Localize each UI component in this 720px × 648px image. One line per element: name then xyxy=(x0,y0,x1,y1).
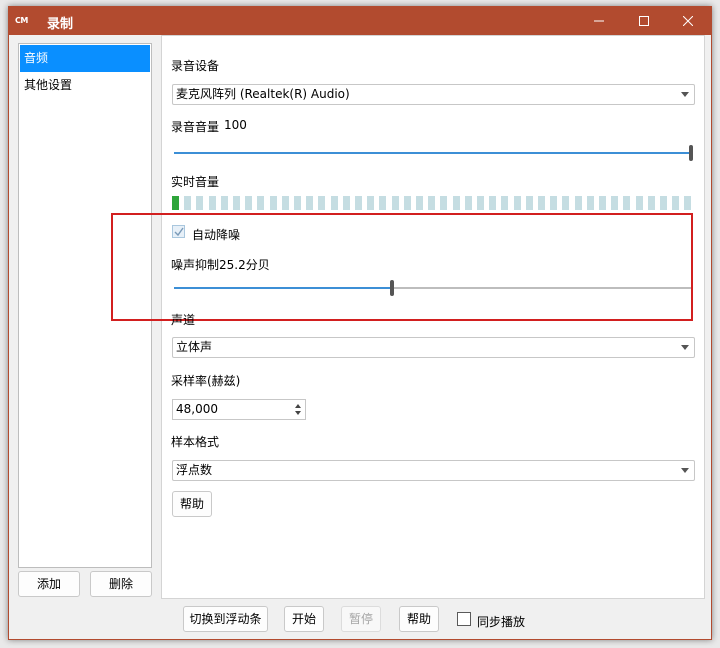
volume-slider-fill xyxy=(174,152,693,154)
volume-value: 100 xyxy=(224,118,247,132)
meter-segment xyxy=(611,196,618,210)
maximize-icon xyxy=(639,16,649,26)
minimize-button[interactable] xyxy=(577,7,621,35)
live-level-label: 实时音量 xyxy=(171,175,220,189)
device-select[interactable]: 麦克风阵列 (Realtek(R) Audio) xyxy=(172,84,695,105)
sample-format-select[interactable]: 浮点数 xyxy=(172,460,695,481)
app-logo-icon: CM xyxy=(15,16,28,25)
meter-segment xyxy=(245,196,252,210)
meter-segment xyxy=(392,196,399,210)
meter-segment xyxy=(282,196,289,210)
spin-down-icon[interactable] xyxy=(295,411,301,415)
meter-segment xyxy=(294,196,301,210)
highlight-annotation xyxy=(111,213,693,321)
title-bar[interactable]: CM 录制 xyxy=(9,7,711,35)
minimize-icon xyxy=(594,20,604,22)
meter-segment xyxy=(489,196,496,210)
meter-segment xyxy=(550,196,557,210)
meter-segment xyxy=(379,196,386,210)
chevron-down-icon xyxy=(681,92,689,97)
volume-slider-thumb[interactable] xyxy=(689,145,693,161)
meter-segment xyxy=(404,196,411,210)
meter-segment xyxy=(257,196,264,210)
meter-segment xyxy=(343,196,350,210)
chevron-down-icon xyxy=(681,345,689,350)
channel-select-value: 立体声 xyxy=(176,340,213,354)
meter-segment xyxy=(318,196,325,210)
meter-segment xyxy=(501,196,508,210)
meter-segment xyxy=(465,196,472,210)
meter-segment xyxy=(660,196,667,210)
audio-help-button[interactable]: 帮助 xyxy=(172,491,212,517)
meter-segment xyxy=(587,196,594,210)
meter-segment xyxy=(355,196,362,210)
meter-segment xyxy=(428,196,435,210)
sample-rate-value: 48,000 xyxy=(176,402,218,416)
meter-segment xyxy=(623,196,630,210)
sync-play-label[interactable]: 同步播放 xyxy=(477,613,525,630)
meter-segment xyxy=(514,196,521,210)
sidebar-item-other-settings[interactable]: 其他设置 xyxy=(20,72,150,99)
meter-segment xyxy=(538,196,545,210)
meter-segment xyxy=(306,196,313,210)
volume-slider[interactable] xyxy=(174,152,693,154)
pause-button[interactable]: 暂停 xyxy=(341,606,381,632)
maximize-button[interactable] xyxy=(622,7,666,35)
meter-segment xyxy=(599,196,606,210)
meter-segment xyxy=(184,196,191,210)
meter-segment xyxy=(562,196,569,210)
delete-button[interactable]: 删除 xyxy=(90,571,152,597)
chevron-down-icon xyxy=(681,468,689,473)
device-select-value: 麦克风阵列 (Realtek(R) Audio) xyxy=(176,87,350,101)
sample-format-select-value: 浮点数 xyxy=(176,463,213,477)
sample-rate-stepper[interactable]: 48,000 xyxy=(172,399,306,420)
meter-segment xyxy=(270,196,277,210)
meter-segment xyxy=(453,196,460,210)
close-icon xyxy=(683,16,693,26)
meter-segment xyxy=(477,196,484,210)
sample-format-label: 样本格式 xyxy=(171,435,220,449)
device-label: 录音设备 xyxy=(171,59,220,73)
window-title: 录制 xyxy=(47,17,74,32)
sample-rate-label: 采样率(赫兹) xyxy=(171,374,241,388)
meter-segment xyxy=(672,196,679,210)
meter-segment xyxy=(233,196,240,210)
switch-float-button[interactable]: 切换到浮动条 xyxy=(183,606,268,632)
channel-label: 声道 xyxy=(171,313,196,327)
start-button[interactable]: 开始 xyxy=(284,606,324,632)
meter-segment xyxy=(172,196,179,210)
meter-segment xyxy=(636,196,643,210)
spin-up-icon[interactable] xyxy=(295,404,301,408)
meter-segment xyxy=(221,196,228,210)
volume-label: 录音音量 xyxy=(171,120,220,134)
sidebar-item-audio[interactable]: 音频 xyxy=(20,45,150,72)
meter-segment xyxy=(575,196,582,210)
record-window: CM 录制 音频 其他设置 添加 删除 录音设备 麦克风阵列 (Realtek(… xyxy=(8,6,712,640)
meter-segment xyxy=(526,196,533,210)
add-button[interactable]: 添加 xyxy=(18,571,80,597)
footer-help-button[interactable]: 帮助 xyxy=(399,606,439,632)
meter-segment xyxy=(209,196,216,210)
meter-segment xyxy=(440,196,447,210)
close-button[interactable] xyxy=(666,7,710,35)
meter-segment xyxy=(331,196,338,210)
meter-segment xyxy=(367,196,374,210)
live-level-meter xyxy=(172,196,694,210)
meter-segment xyxy=(648,196,655,210)
meter-segment xyxy=(416,196,423,210)
channel-select[interactable]: 立体声 xyxy=(172,337,695,358)
sync-play-checkbox[interactable] xyxy=(457,612,471,626)
meter-segment xyxy=(684,196,691,210)
meter-segment xyxy=(196,196,203,210)
